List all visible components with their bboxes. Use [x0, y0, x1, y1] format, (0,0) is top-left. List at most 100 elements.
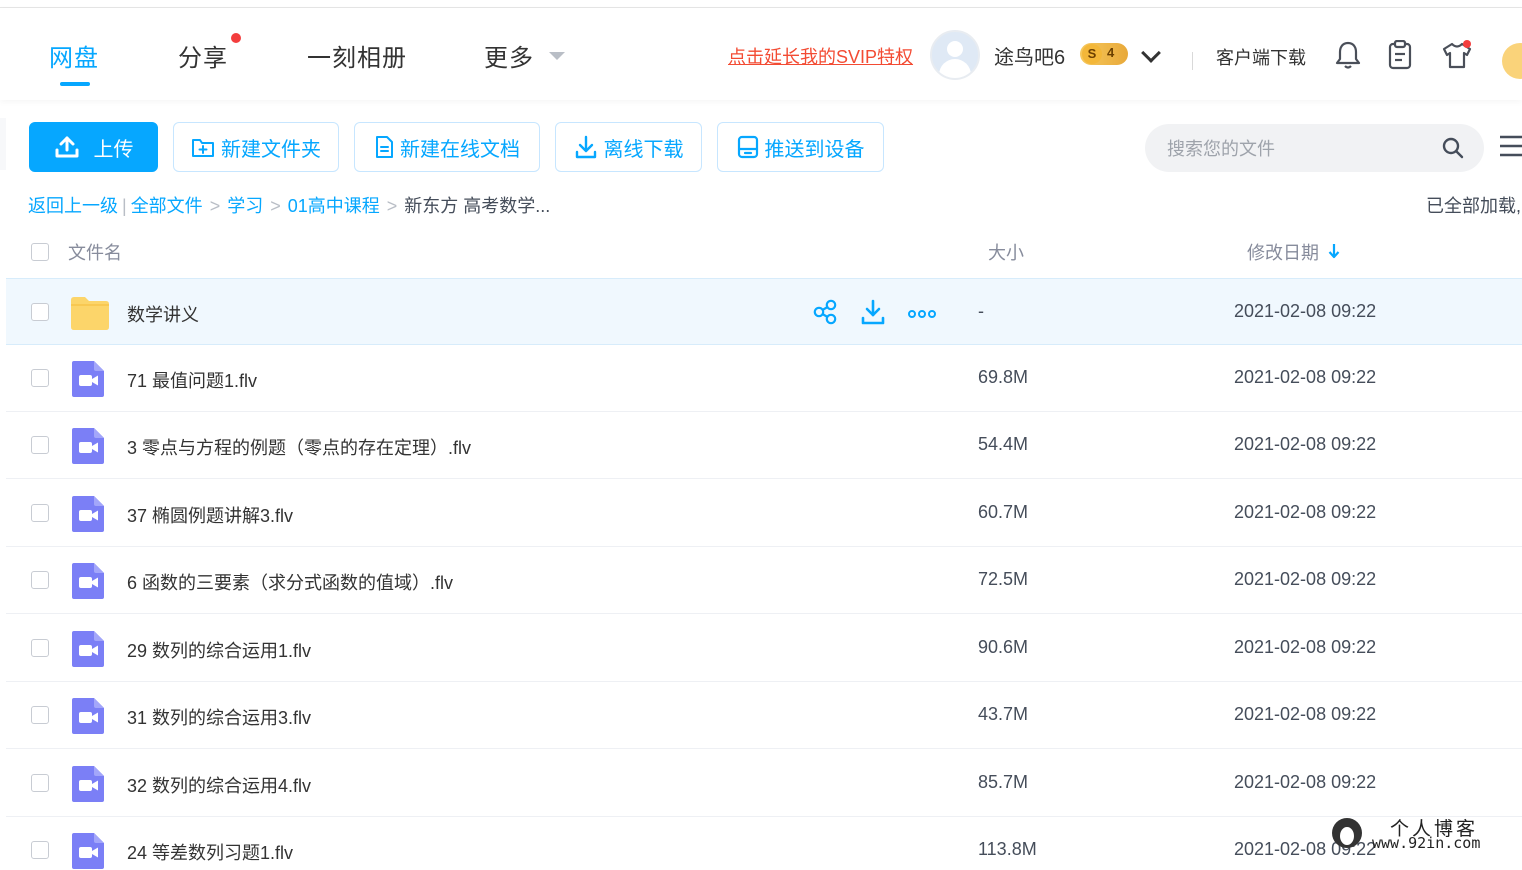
- file-modified-date: 2021-02-08 09:22: [1234, 569, 1377, 589]
- breadcrumb-separator: >: [386, 196, 398, 216]
- top-nav: 网盘 分享 一刻相册 更多 点击延长我的SVIP特权 途鸟吧6 S 4 客户端下…: [0, 8, 1522, 100]
- select-all-checkbox[interactable]: [31, 243, 49, 261]
- search-box: [1145, 124, 1484, 174]
- svip-extend-link[interactable]: 点击延长我的SVIP特权: [728, 43, 913, 69]
- row-checkbox[interactable]: [31, 436, 49, 454]
- new-folder-button[interactable]: 新建文件夹: [173, 122, 339, 172]
- svip-level-badge: S 4: [1080, 43, 1128, 65]
- new-online-doc-label: 新建在线文档: [400, 138, 520, 161]
- file-name[interactable]: 数学讲义: [127, 301, 199, 327]
- breadcrumb-item-study[interactable]: 学习: [227, 196, 263, 216]
- row-checkbox[interactable]: [31, 841, 49, 859]
- watermark-url: www.92in.com: [1372, 834, 1481, 852]
- avatar[interactable]: [930, 30, 980, 80]
- table-row[interactable]: 24 等差数列习题1.flv 113.8M 2021-02-08 09:22: [6, 817, 1522, 869]
- download-icon: [575, 135, 596, 159]
- new-online-doc-button[interactable]: 新建在线文档: [354, 122, 540, 172]
- breadcrumb-current: 新东方 高考数学...: [404, 196, 551, 216]
- table-row[interactable]: 数学讲义 - 2021-02-08 09:22: [6, 278, 1522, 345]
- row-checkbox[interactable]: [31, 639, 49, 657]
- video-file-icon: [72, 361, 104, 397]
- tshirt-icon[interactable]: [1441, 40, 1473, 70]
- file-size: 60.7M: [978, 502, 1029, 522]
- tab-share[interactable]: 分享: [178, 38, 228, 73]
- file-name[interactable]: 31 数列的综合运用3.flv: [127, 704, 311, 730]
- video-file-icon: [72, 428, 104, 464]
- penguin-logo-icon: [1332, 818, 1362, 848]
- tab-yike-album[interactable]: 一刻相册: [307, 38, 407, 73]
- avatar-head-shape: [947, 41, 963, 57]
- download-icon[interactable]: [860, 299, 886, 325]
- folder-icon: [71, 297, 109, 330]
- new-folder-label: 新建文件夹: [221, 138, 321, 161]
- breadcrumb: 返回上一级 | 全部文件 > 学习 >01高中课程 > 新东方 高考数学...: [28, 192, 550, 218]
- row-checkbox[interactable]: [31, 571, 49, 589]
- user-menu-chevron-icon[interactable]: [1141, 43, 1161, 63]
- file-modified-date: 2021-02-08 09:22: [1234, 434, 1377, 454]
- file-modified-date: 2021-02-08 09:22: [1234, 367, 1377, 387]
- row-checkbox[interactable]: [31, 774, 49, 792]
- bell-icon[interactable]: [1334, 40, 1362, 70]
- more-options-icon[interactable]: [908, 299, 936, 325]
- file-name[interactable]: 3 零点与方程的例题（零点的存在定理）.flv: [127, 434, 471, 460]
- file-name[interactable]: 32 数列的综合运用4.flv: [127, 772, 311, 798]
- column-header-size[interactable]: 大小: [988, 239, 1024, 265]
- column-header-name[interactable]: 文件名: [68, 239, 122, 265]
- load-status-text: 已全部加载,: [1426, 196, 1522, 216]
- list-view-menu-icon[interactable]: [1500, 134, 1522, 160]
- file-size: 54.4M: [978, 434, 1029, 454]
- offline-download-label: 离线下载: [603, 138, 684, 161]
- file-name[interactable]: 6 函数的三要素（求分式函数的值域）.flv: [127, 569, 453, 595]
- tab-netdisk[interactable]: 网盘: [49, 38, 99, 73]
- row-actions: [812, 299, 936, 325]
- svip-symbol: S: [1082, 44, 1102, 64]
- client-download-link[interactable]: 客户端下载: [1216, 44, 1306, 70]
- file-name[interactable]: 37 椭圆例题讲解3.flv: [127, 502, 293, 528]
- table-row[interactable]: 32 数列的综合运用4.flv 85.7M 2021-02-08 09:22: [6, 750, 1522, 817]
- offline-download-button[interactable]: 离线下载: [555, 122, 702, 172]
- table-row[interactable]: 37 椭圆例题讲解3.flv 60.7M 2021-02-08 09:22: [6, 480, 1522, 547]
- video-file-icon: [72, 833, 104, 869]
- breadcrumb-back-link[interactable]: 返回上一级: [28, 196, 118, 216]
- row-checkbox[interactable]: [31, 369, 49, 387]
- file-modified-date: 2021-02-08 09:22: [1234, 704, 1377, 724]
- tab-more[interactable]: 更多: [484, 38, 534, 73]
- push-to-device-label: 推送到设备: [764, 138, 865, 161]
- file-name[interactable]: 29 数列的综合运用1.flv: [127, 637, 311, 663]
- breadcrumb-item-course[interactable]: 01高中课程: [288, 196, 380, 216]
- file-modified-date: 2021-02-08 09:22: [1234, 637, 1377, 657]
- device-icon: [737, 135, 758, 159]
- file-name[interactable]: 24 等差数列习题1.flv: [127, 839, 293, 865]
- video-file-icon: [72, 698, 104, 734]
- video-file-icon: [72, 631, 104, 667]
- column-header-date[interactable]: 修改日期: [1247, 239, 1319, 265]
- left-edge-strip: [0, 118, 6, 170]
- more-caret-icon[interactable]: [549, 52, 565, 60]
- new-folder-icon: [192, 139, 214, 157]
- breadcrumb-item-all-files[interactable]: 全部文件: [131, 196, 203, 216]
- file-modified-date: 2021-02-08 09:22: [1234, 772, 1377, 792]
- coin-icon[interactable]: [1502, 43, 1522, 79]
- upload-button[interactable]: 上传: [29, 122, 158, 172]
- row-checkbox[interactable]: [31, 706, 49, 724]
- row-checkbox[interactable]: [31, 504, 49, 522]
- file-name[interactable]: 71 最值问题1.flv: [127, 367, 257, 393]
- sort-desc-arrow-icon[interactable]: [1328, 242, 1340, 260]
- search-icon[interactable]: [1441, 136, 1465, 160]
- row-checkbox[interactable]: [31, 303, 49, 321]
- clipboard-icon[interactable]: [1388, 40, 1412, 70]
- video-file-icon: [72, 496, 104, 532]
- file-modified-date: 2021-02-08 09:22: [1234, 301, 1377, 321]
- table-row[interactable]: 3 零点与方程的例题（零点的存在定理）.flv 54.4M 2021-02-08…: [6, 412, 1522, 479]
- username[interactable]: 途鸟吧6: [994, 41, 1065, 70]
- table-row[interactable]: 29 数列的综合运用1.flv 90.6M 2021-02-08 09:22: [6, 615, 1522, 682]
- avatar-body-shape: [939, 59, 971, 78]
- table-row[interactable]: 31 数列的综合运用3.flv 43.7M 2021-02-08 09:22: [6, 682, 1522, 749]
- search-input[interactable]: [1165, 124, 1429, 174]
- table-row[interactable]: 71 最值问题1.flv 69.8M 2021-02-08 09:22: [6, 345, 1522, 412]
- video-file-icon: [72, 563, 104, 599]
- push-to-device-button[interactable]: 推送到设备: [717, 122, 884, 172]
- table-row[interactable]: 6 函数的三要素（求分式函数的值域）.flv 72.5M 2021-02-08 …: [6, 547, 1522, 614]
- share-icon[interactable]: [812, 299, 838, 325]
- nav-divider: [1192, 52, 1193, 70]
